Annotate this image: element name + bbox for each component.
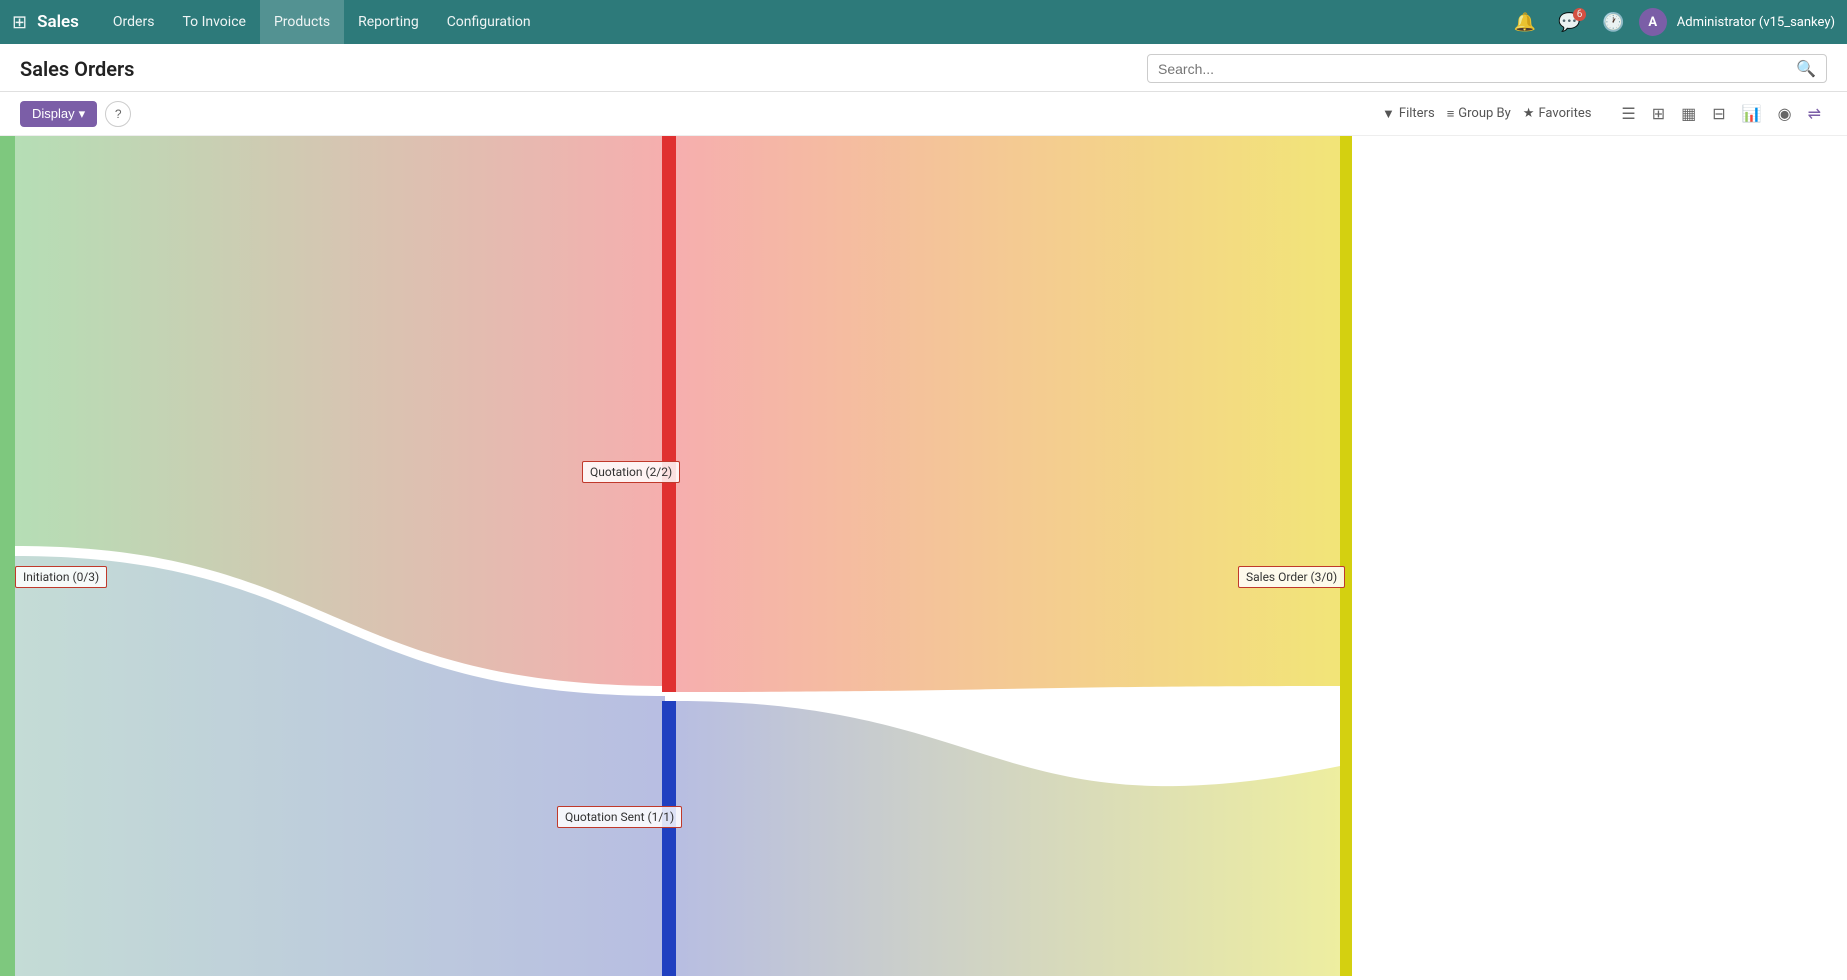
chart-area: Initiation (0/3) Quotation (2/2) Quotati… <box>0 136 1847 976</box>
right-blank <box>1352 136 1847 976</box>
nav-orders[interactable]: Orders <box>99 0 169 44</box>
search-input[interactable] <box>1158 61 1796 77</box>
group-by-button[interactable]: ≡ Group By <box>1447 106 1511 122</box>
search-bar: 🔍 <box>1147 54 1827 83</box>
top-navigation: ⊞ Sales Orders To Invoice Products Repor… <box>0 0 1847 44</box>
node-quotation-bar[interactable] <box>662 136 676 692</box>
kanban-view-button[interactable]: ⊞ <box>1646 100 1671 127</box>
table-view-button[interactable]: ⊟ <box>1706 100 1731 127</box>
page-title: Sales Orders <box>20 57 134 81</box>
avatar: A <box>1639 8 1667 36</box>
display-button[interactable]: Display ▾ <box>20 101 97 127</box>
grid-icon[interactable]: ⊞ <box>12 12 27 33</box>
label-quotation[interactable]: Quotation (2/2) <box>582 461 680 483</box>
node-qsent-bar[interactable] <box>662 701 676 976</box>
nav-configuration[interactable]: Configuration <box>433 0 545 44</box>
brand-label[interactable]: Sales <box>37 12 79 32</box>
toolbar-right: ▼ Filters ≡ Group By ★ Favorites ☰ ⊞ ▦ ⊟… <box>1382 100 1827 127</box>
chat-badge: 6 <box>1573 8 1587 21</box>
filters-button[interactable]: ▼ Filters <box>1382 106 1435 122</box>
view-icons: ☰ ⊞ ▦ ⊟ 📊 ◉ ⇌ <box>1615 100 1827 127</box>
flow-quotation-so <box>676 136 1340 692</box>
nav-reporting[interactable]: Reporting <box>344 0 433 44</box>
list-view-button[interactable]: ☰ <box>1615 100 1641 127</box>
dot-view-button[interactable]: ◉ <box>1772 100 1798 127</box>
label-sales-order[interactable]: Sales Order (3/0) <box>1238 566 1345 588</box>
chat-icon[interactable]: 💬6 <box>1550 8 1588 37</box>
help-button[interactable]: ? <box>105 101 131 127</box>
toolbar-left: Display ▾ ? <box>20 101 131 127</box>
label-initiation[interactable]: Initiation (0/3) <box>15 566 107 588</box>
sankey-svg <box>0 136 1847 976</box>
toolbar: Display ▾ ? ▼ Filters ≡ Group By ★ Favor… <box>0 92 1847 136</box>
sub-header: Sales Orders 🔍 <box>0 44 1847 92</box>
nav-to-invoice[interactable]: To Invoice <box>168 0 260 44</box>
favorites-button[interactable]: ★ Favorites <box>1523 106 1592 121</box>
node-salesorder[interactable] <box>1340 136 1352 976</box>
calendar-view-button[interactable]: ▦ <box>1675 100 1702 127</box>
search-icon[interactable]: 🔍 <box>1796 59 1816 78</box>
clock-icon[interactable]: 🕐 <box>1594 8 1632 37</box>
flow-qsent-so <box>676 701 1340 976</box>
label-quotation-sent[interactable]: Quotation Sent (1/1) <box>557 806 682 828</box>
node-initiation[interactable] <box>0 136 15 976</box>
bell-icon[interactable]: 🔔 <box>1506 8 1544 37</box>
nav-right: 🔔 💬6 🕐 A Administrator (v15_sankey) <box>1506 8 1835 37</box>
user-label[interactable]: Administrator (v15_sankey) <box>1677 15 1835 30</box>
chart-view-button[interactable]: 📊 <box>1736 100 1768 127</box>
nav-items: Orders To Invoice Products Reporting Con… <box>99 0 1506 44</box>
sankey-view-button[interactable]: ⇌ <box>1802 100 1827 127</box>
nav-products[interactable]: Products <box>260 0 344 44</box>
